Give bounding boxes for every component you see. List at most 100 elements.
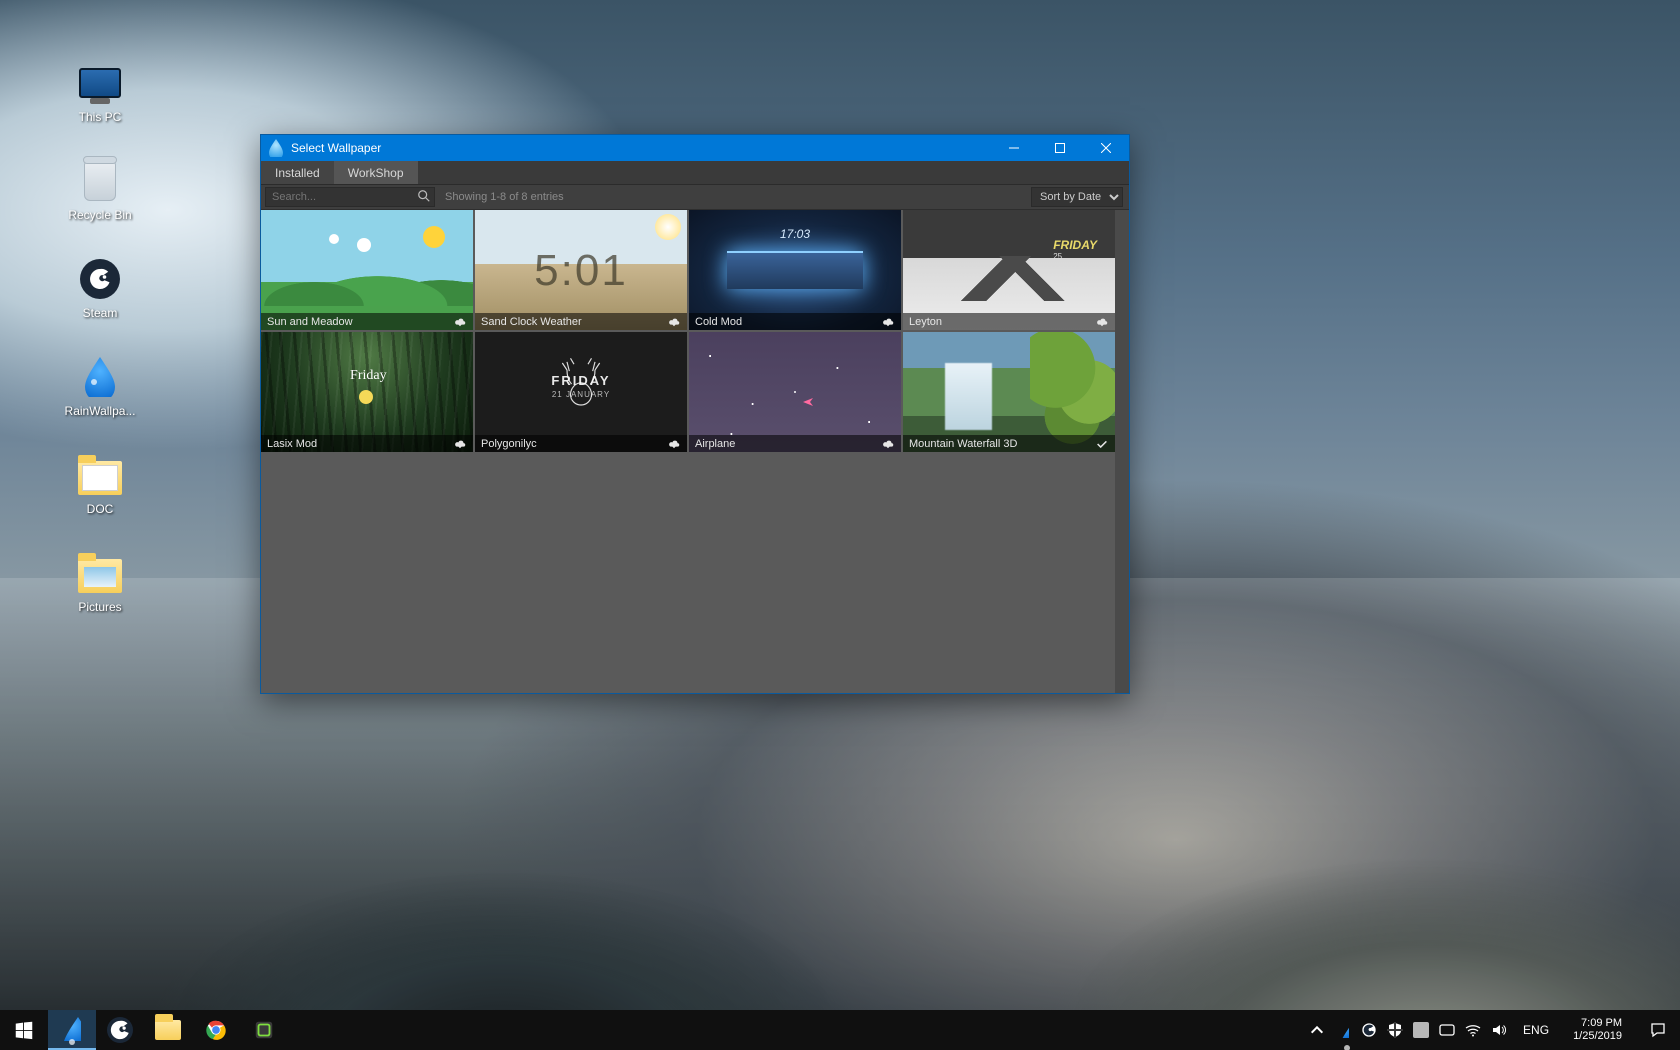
folder-doc-icon — [77, 452, 123, 498]
tray-bluetooth-icon[interactable] — [1439, 1022, 1455, 1038]
desktop-icon-label: DOC — [87, 502, 114, 516]
wallpaper-grid: Sun and Meadow 5:01Sand Clock Weather Cold… — [261, 210, 1115, 693]
tray-defender-icon[interactable] — [1387, 1022, 1403, 1038]
wallpaper-thumb — [903, 332, 1115, 452]
app-raindrop-icon — [269, 139, 283, 157]
minimize-button[interactable] — [991, 135, 1037, 161]
close-button[interactable] — [1083, 135, 1129, 161]
tray-nvidia-icon[interactable] — [1413, 1022, 1429, 1038]
start-button[interactable] — [0, 1010, 48, 1050]
desktop-icons: This PC Recycle Bin Steam RainWallpa... … — [45, 60, 155, 614]
wallpaper-thumb — [689, 210, 901, 330]
wallpaper-title: Cold Mod — [695, 316, 881, 328]
tab-installed[interactable]: Installed — [261, 161, 334, 184]
wallpaper-card[interactable]: 5:01Sand Clock Weather — [475, 210, 687, 330]
wallpaper-title: Sun and Meadow — [267, 316, 453, 328]
download-cloud-icon — [667, 437, 681, 451]
maximize-button[interactable] — [1037, 135, 1083, 161]
clock-date: 1/25/2019 — [1573, 1030, 1622, 1043]
taskbar-chrome[interactable] — [192, 1010, 240, 1050]
wallpaper-card[interactable]: Airplane — [689, 332, 901, 452]
wallpaper-card[interactable]: Cold Mod — [689, 210, 901, 330]
installed-check-icon — [1095, 437, 1109, 451]
download-cloud-icon — [453, 437, 467, 451]
tray-rainwallpaper-icon[interactable] — [1335, 1022, 1351, 1038]
taskbar-steam[interactable] — [96, 1010, 144, 1050]
wallpaper-title: Polygonilyc — [481, 438, 667, 450]
wallpaper-card[interactable]: FRIDAY21 JANUARYPolygonilyc — [475, 332, 687, 452]
scrollbar[interactable] — [1115, 210, 1129, 693]
desktop-icon-pictures[interactable]: Pictures — [45, 550, 155, 614]
download-cloud-icon — [453, 315, 467, 329]
wallpaper-card[interactable]: Mountain Waterfall 3D — [903, 332, 1115, 452]
chrome-icon — [205, 1019, 227, 1041]
download-cloud-icon — [667, 315, 681, 329]
wallpaper-card[interactable]: Sun and Meadow — [261, 210, 473, 330]
wallpaper-title: Lasix Mod — [267, 438, 453, 450]
tray-wifi-icon[interactable] — [1465, 1022, 1481, 1038]
download-cloud-icon — [881, 315, 895, 329]
taskbar-rainwallpaper[interactable] — [48, 1010, 96, 1050]
select-wallpaper-window: Select Wallpaper Installed WorkShop Show… — [260, 134, 1130, 694]
wallpaper-grid-wrap: Sun and Meadow 5:01Sand Clock Weather Cold… — [261, 210, 1129, 693]
wallpaper-label-bar: Airplane — [689, 435, 901, 452]
tab-workshop[interactable]: WorkShop — [334, 161, 418, 184]
wallpaper-card[interactable]: FRIDAY25Leyton — [903, 210, 1115, 330]
window-titlebar[interactable]: Select Wallpaper — [261, 135, 1129, 161]
search-icon — [417, 189, 431, 203]
wallpaper-thumb — [261, 210, 473, 330]
desktop-icon-steam[interactable]: Steam — [45, 256, 155, 320]
wallpaper-card[interactable]: FridayLasix Mod — [261, 332, 473, 452]
wallpaper-title: Airplane — [695, 438, 881, 450]
wallpaper-thumb: FRIDAY21 JANUARY — [475, 332, 687, 452]
raindrop-icon — [77, 354, 123, 400]
wallpaper-label-bar: Lasix Mod — [261, 435, 473, 452]
taskbar-camtasia[interactable] — [240, 1010, 288, 1050]
desktop-icon-this-pc[interactable]: This PC — [45, 60, 155, 124]
wallpaper-label-bar: Polygonilyc — [475, 435, 687, 452]
wallpaper-label-bar: Mountain Waterfall 3D — [903, 435, 1115, 452]
wallpaper-label-bar: Sand Clock Weather — [475, 313, 687, 330]
download-cloud-icon — [1095, 315, 1109, 329]
window-title: Select Wallpaper — [291, 141, 991, 155]
desktop-icon-label: Steam — [83, 306, 118, 320]
desktop-icon-label: RainWallpa... — [65, 404, 136, 418]
desktop-icon-label: Pictures — [78, 600, 121, 614]
steam-icon — [107, 1017, 133, 1043]
language-indicator[interactable]: ENG — [1517, 1023, 1555, 1037]
sort-dropdown[interactable]: Sort by Date — [1031, 187, 1123, 207]
recycle-bin-icon — [77, 158, 123, 204]
wallpaper-label-bar: Leyton — [903, 313, 1115, 330]
window-controls — [991, 135, 1129, 161]
folder-icon — [155, 1020, 181, 1040]
search-box — [265, 187, 435, 207]
wallpaper-title: Mountain Waterfall 3D — [909, 438, 1095, 450]
result-status: Showing 1-8 of 8 entries — [445, 191, 564, 203]
wallpaper-thumb: FRIDAY25 — [903, 210, 1115, 330]
desktop-icon-label: Recycle Bin — [68, 208, 131, 222]
desktop-icon-recycle-bin[interactable]: Recycle Bin — [45, 158, 155, 222]
wallpaper-title: Leyton — [909, 316, 1095, 328]
wallpaper-thumb: Friday — [261, 332, 473, 452]
tray-volume-icon[interactable] — [1491, 1022, 1507, 1038]
tray-steam-icon[interactable] — [1361, 1022, 1377, 1038]
wallpaper-title: Sand Clock Weather — [481, 316, 667, 328]
folder-pictures-icon — [77, 550, 123, 596]
taskbar-clock[interactable]: 7:09 PM 1/25/2019 — [1565, 1017, 1630, 1043]
taskbar-file-explorer[interactable] — [144, 1010, 192, 1050]
pc-icon — [77, 60, 123, 106]
raindrop-icon — [63, 1017, 81, 1041]
wallpaper-thumb: 5:01 — [475, 210, 687, 330]
search-input[interactable] — [265, 187, 435, 207]
desktop-icon-doc[interactable]: DOC — [45, 452, 155, 516]
action-center-button[interactable] — [1640, 1022, 1676, 1038]
desktop-icon-rainwallpaper[interactable]: RainWallpa... — [45, 354, 155, 418]
wallpaper-thumb — [689, 332, 901, 452]
wallpaper-label-bar: Sun and Meadow — [261, 313, 473, 330]
tab-bar: Installed WorkShop — [261, 161, 1129, 185]
wallpaper-label-bar: Cold Mod — [689, 313, 901, 330]
tray-show-hidden-icons[interactable] — [1309, 1022, 1325, 1038]
system-tray: ENG 7:09 PM 1/25/2019 — [1305, 1010, 1680, 1050]
windows-icon — [13, 1019, 35, 1041]
clock-time: 7:09 PM — [1573, 1017, 1622, 1030]
